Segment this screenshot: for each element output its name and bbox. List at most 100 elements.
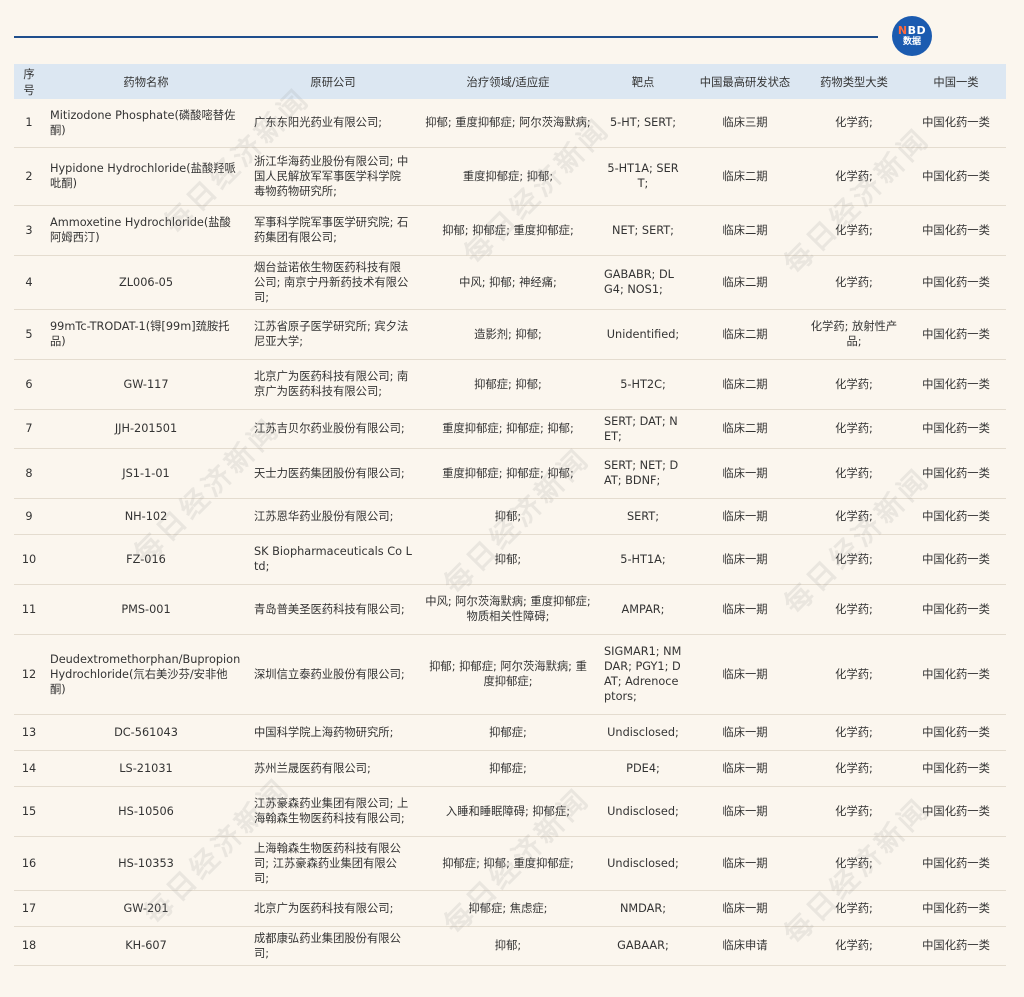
cell-drug-name: GW-201: [44, 890, 248, 927]
cell-originator: 北京广为医药科技有限公司; 南京广为医药科技有限公司;: [248, 359, 418, 410]
cell-china-status: 临床一期: [688, 714, 802, 751]
cell-drug-name: ZL006-05: [44, 255, 248, 310]
cell-drug-type: 化学药;: [802, 99, 906, 148]
header-target: 靶点: [598, 64, 688, 99]
cell-index: 9: [14, 498, 44, 535]
cell-china-status: 临床一期: [688, 534, 802, 585]
cell-indication: 造影剂; 抑郁;: [418, 309, 598, 360]
cell-indication: 中风; 阿尔茨海默病; 重度抑郁症; 物质相关性障碍;: [418, 584, 598, 635]
cell-drug-type: 化学药;: [802, 409, 906, 449]
cell-drug-name: 99mTc-TRODAT-1(锝[99m]巯胺托品): [44, 309, 248, 360]
cell-originator: 上海翰森生物医药科技有限公司; 江苏豪森药业集团有限公司;: [248, 836, 418, 891]
cell-china-status: 临床一期: [688, 448, 802, 499]
cell-china-class: 中国化药一类: [906, 255, 1006, 310]
header-indication: 治疗领域/适应症: [418, 64, 598, 99]
cell-china-status: 临床申请: [688, 926, 802, 966]
cell-china-status: 临床二期: [688, 309, 802, 360]
cell-drug-type: 化学药;: [802, 205, 906, 256]
cell-target: PDE4;: [598, 750, 688, 787]
cell-drug-type: 化学药;: [802, 534, 906, 585]
cell-originator: 江苏恩华药业股份有限公司;: [248, 498, 418, 535]
table-row: 1 Mitizodone Phosphate(磷酸嘧替佐酮) 广东东阳光药业有限公司…: [14, 99, 1006, 148]
cell-china-status: 临床一期: [688, 634, 802, 715]
cell-china-class: 中国化药一类: [906, 99, 1006, 148]
cell-originator: 成都康弘药业集团股份有限公司;: [248, 926, 418, 966]
table-row: 16 HS-10353 上海翰森生物医药科技有限公司; 江苏豪森药业集团有限公司; 抑…: [14, 836, 1006, 891]
cell-drug-type: 化学药;: [802, 147, 906, 206]
cell-index: 4: [14, 255, 44, 310]
cell-drug-type: 化学药;: [802, 634, 906, 715]
cell-originator: 军事科学院军事医学研究院; 石药集团有限公司;: [248, 205, 418, 256]
cell-indication: 抑郁;: [418, 534, 598, 585]
cell-target: SERT; DAT; NET;: [598, 409, 688, 449]
cell-china-status: 临床二期: [688, 147, 802, 206]
cell-target: SIGMAR1; NMDAR; PGY1; DAT; Adrenoceptors…: [598, 634, 688, 715]
cell-index: 16: [14, 836, 44, 891]
cell-target: Undisclosed;: [598, 714, 688, 751]
table-row: 13 DC-561043 中国科学院上海药物研究所; 抑郁症; Undisclosed;…: [14, 714, 1006, 751]
cell-china-class: 中国化药一类: [906, 634, 1006, 715]
cell-china-class: 中国化药一类: [906, 498, 1006, 535]
nbd-logo: NBD 数据: [892, 16, 932, 56]
table-row: 5 99mTc-TRODAT-1(锝[99m]巯胺托品) 江苏省原子医学研究所; 宾…: [14, 309, 1006, 360]
cell-china-class: 中国化药一类: [906, 836, 1006, 891]
cell-index: 13: [14, 714, 44, 751]
cell-drug-type: 化学药;: [802, 584, 906, 635]
cell-originator: 浙江华海药业股份有限公司; 中国人民解放军军事医学科学院毒物药物研究所;: [248, 147, 418, 206]
cell-index: 14: [14, 750, 44, 787]
cell-drug-name: Mitizodone Phosphate(磷酸嘧替佐酮): [44, 99, 248, 148]
cell-china-status: 临床一期: [688, 750, 802, 787]
table-row: 17 GW-201 北京广为医药科技有限公司; 抑郁症; 焦虑症; NMDAR; 临床一期…: [14, 890, 1006, 927]
cell-drug-name: KH-607: [44, 926, 248, 966]
cell-indication: 抑郁;: [418, 926, 598, 966]
cell-target: Unidentified;: [598, 309, 688, 360]
cell-indication: 抑郁症; 焦虑症;: [418, 890, 598, 927]
table-row: 15 HS-10506 江苏豪森药业集团有限公司; 上海翰森生物医药科技有限公司; 入…: [14, 786, 1006, 837]
cell-drug-name: Ammoxetine Hydrochloride(盐酸阿姆西汀): [44, 205, 248, 256]
cell-indication: 中风; 抑郁; 神经痛;: [418, 255, 598, 310]
cell-index: 11: [14, 584, 44, 635]
cell-china-status: 临床二期: [688, 359, 802, 410]
cell-drug-type: 化学药;: [802, 448, 906, 499]
table-row: 12 Deudextromethorphan/Bupropion Hydrochl…: [14, 634, 1006, 715]
cell-indication: 重度抑郁症; 抑郁;: [418, 147, 598, 206]
table-row: 7 JJH-201501 江苏吉贝尔药业股份有限公司; 重度抑郁症; 抑郁症; 抑郁;…: [14, 409, 1006, 449]
cell-drug-name: DC-561043: [44, 714, 248, 751]
cell-originator: 江苏豪森药业集团有限公司; 上海翰森生物医药科技有限公司;: [248, 786, 418, 837]
cell-china-class: 中国化药一类: [906, 147, 1006, 206]
cell-drug-type: 化学药;: [802, 359, 906, 410]
cell-originator: 北京广为医药科技有限公司;: [248, 890, 418, 927]
table-row: 11 PMS-001 青岛普美圣医药科技有限公司; 中风; 阿尔茨海默病; 重度抑郁症…: [14, 584, 1006, 635]
cell-originator: 深圳信立泰药业股份有限公司;: [248, 634, 418, 715]
cell-indication: 入睡和睡眠障碍; 抑郁症;: [418, 786, 598, 837]
cell-china-status: 临床一期: [688, 890, 802, 927]
cell-indication: 抑郁; 抑郁症; 重度抑郁症;: [418, 205, 598, 256]
cell-china-status: 临床一期: [688, 786, 802, 837]
cell-china-status: 临床一期: [688, 584, 802, 635]
table-row: 8 JS1-1-01 天士力医药集团股份有限公司; 重度抑郁症; 抑郁症; 抑郁; SE…: [14, 448, 1006, 499]
cell-index: 18: [14, 926, 44, 966]
cell-drug-name: PMS-001: [44, 584, 248, 635]
table-row: 2 Hypidone Hydrochloride(盐酸羟哌吡酮) 浙江华海药业股份有…: [14, 147, 1006, 206]
cell-china-class: 中国化药一类: [906, 359, 1006, 410]
cell-china-class: 中国化药一类: [906, 409, 1006, 449]
cell-index: 15: [14, 786, 44, 837]
cell-drug-type: 化学药;: [802, 786, 906, 837]
cell-drug-type: 化学药; 放射性产品;: [802, 309, 906, 360]
cell-target: 5-HT1A;: [598, 534, 688, 585]
cell-drug-name: HS-10506: [44, 786, 248, 837]
cell-target: 5-HT2C;: [598, 359, 688, 410]
cell-originator: SK Biopharmaceuticals Co Ltd;: [248, 534, 418, 585]
cell-drug-type: 化学药;: [802, 750, 906, 787]
logo-letter-n: N: [897, 24, 908, 37]
cell-originator: 烟台益诺依生物医药科技有限公司; 南京宁丹新药技术有限公司;: [248, 255, 418, 310]
cell-index: 1: [14, 99, 44, 148]
cell-indication: 重度抑郁症; 抑郁症; 抑郁;: [418, 409, 598, 449]
cell-indication: 抑郁; 重度抑郁症; 阿尔茨海默病;: [418, 99, 598, 148]
cell-index: 2: [14, 147, 44, 206]
cell-china-status: 临床三期: [688, 99, 802, 148]
cell-originator: 天士力医药集团股份有限公司;: [248, 448, 418, 499]
cell-china-class: 中国化药一类: [906, 584, 1006, 635]
cell-target: Undisclosed;: [598, 836, 688, 891]
cell-china-class: 中国化药一类: [906, 309, 1006, 360]
